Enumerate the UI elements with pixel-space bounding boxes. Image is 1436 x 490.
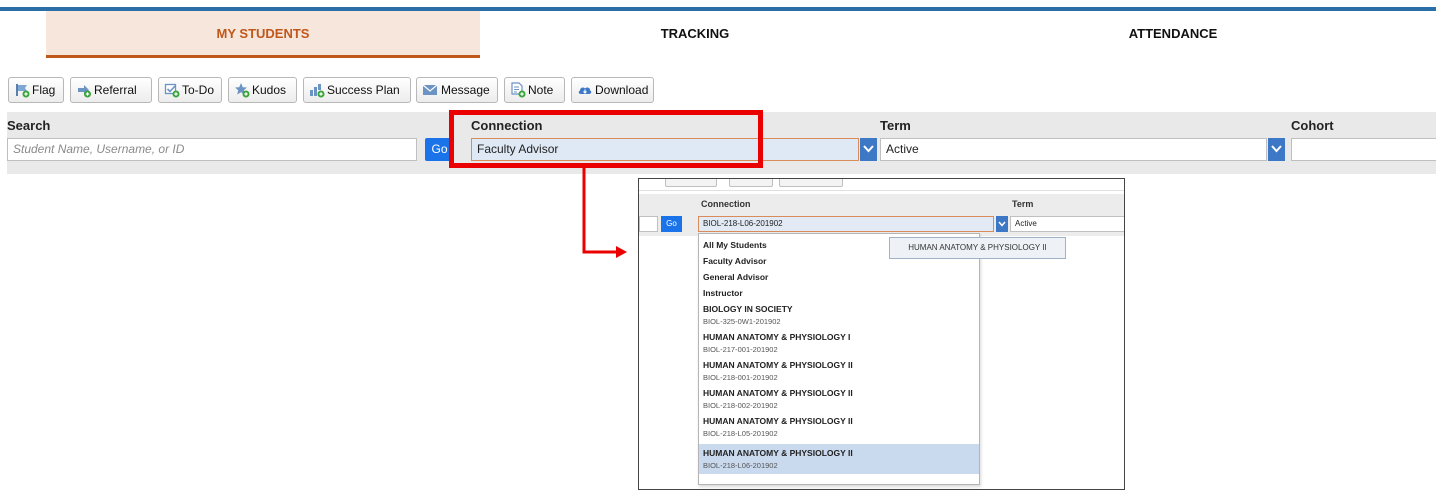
download-label: Download — [595, 83, 649, 97]
inset-toolbar-strip — [639, 179, 1124, 191]
inset-connection-select[interactable]: BIOL-218-L06-201902 — [698, 216, 994, 232]
option-course-code: BIOL-218-001-201902 — [703, 373, 778, 382]
connection-dropdown-toggle[interactable] — [860, 138, 877, 161]
inset-note-button — [729, 179, 773, 187]
note-icon — [510, 82, 526, 98]
kudos-button[interactable]: Kudos — [228, 77, 297, 103]
option-course-title: HUMAN ANATOMY & PHYSIOLOGY II — [703, 388, 853, 398]
inset-message-button — [665, 179, 717, 187]
term-value: Active — [886, 142, 919, 156]
inset-dropdown-toggle — [996, 216, 1008, 232]
cloud-download-icon — [577, 82, 593, 98]
search-placeholder: Student Name, Username, or ID — [13, 142, 185, 156]
option-course-code: BIOL-217-001-201902 — [703, 345, 778, 354]
chevron-down-icon — [863, 145, 874, 153]
kudos-label: Kudos — [252, 83, 287, 97]
search-input[interactable]: Student Name, Username, or ID — [7, 138, 417, 161]
option-course-code: BIOL-218-L05-201902 — [703, 429, 778, 438]
inset-download-button — [779, 179, 843, 187]
inset-term-select: Active — [1010, 216, 1124, 232]
option-course-title: HUMAN ANATOMY & PHYSIOLOGY I — [703, 332, 851, 342]
option-course-title: HUMAN ANATOMY & PHYSIOLOGY II — [703, 448, 853, 458]
referral-label: Referral — [94, 83, 137, 97]
inset-filter-bar: Connection Term Go BIOL-218-L06-201902 A… — [639, 194, 1124, 236]
option-course[interactable]: HUMAN ANATOMY & PHYSIOLOGY II BIOL-218-L… — [699, 414, 979, 442]
term-dropdown-toggle[interactable] — [1268, 138, 1285, 161]
download-button[interactable]: Download — [571, 77, 654, 103]
option-course[interactable]: HUMAN ANATOMY & PHYSIOLOGY II BIOL-218-0… — [699, 386, 979, 414]
todo-button[interactable]: To-Do — [158, 77, 222, 103]
option-course-title: HUMAN ANATOMY & PHYSIOLOGY II — [703, 360, 853, 370]
option-course-code: BIOL-218-L06-201902 — [703, 461, 778, 470]
note-button[interactable]: Note — [504, 77, 565, 103]
term-label: Term — [880, 118, 911, 133]
inset-go-button: Go — [661, 216, 682, 232]
referral-icon — [76, 82, 92, 98]
inset-connection-label: Connection — [701, 199, 751, 209]
tab-attendance[interactable]: ATTENDANCE — [910, 11, 1436, 58]
chevron-down-icon — [998, 221, 1006, 227]
connection-highlight-box — [449, 110, 763, 168]
option-course-title: BIOLOGY IN SOCIETY — [703, 304, 793, 314]
option-course-code: BIOL-325-0W1-201902 — [703, 317, 781, 326]
tab-my-students[interactable]: MY STUDENTS — [46, 11, 480, 58]
option-course[interactable]: HUMAN ANATOMY & PHYSIOLOGY II BIOL-218-0… — [699, 358, 979, 386]
inset-connection-value: BIOL-218-L06-201902 — [703, 219, 783, 228]
connection-dropdown-list: All My Students Faculty Advisor General … — [698, 233, 980, 485]
note-label: Note — [528, 83, 554, 97]
success-plan-icon — [309, 82, 325, 98]
inset-term-value: Active — [1015, 219, 1037, 228]
inset-term-label: Term — [1012, 199, 1034, 209]
option-instructor[interactable]: Instructor — [699, 285, 979, 301]
inset-search-input — [639, 216, 658, 232]
option-course[interactable]: BIOLOGY IN SOCIETY BIOL-325-0W1-201902 — [699, 302, 979, 330]
option-course-code: BIOL-218-002-201902 — [703, 401, 778, 410]
todo-label: To-Do — [182, 83, 215, 97]
flag-label: Flag — [32, 83, 56, 97]
message-button[interactable]: Message — [416, 77, 498, 103]
search-label: Search — [7, 118, 51, 133]
term-select[interactable]: Active — [880, 138, 1267, 161]
option-course-title: HUMAN ANATOMY & PHYSIOLOGY II — [703, 416, 853, 426]
message-label: Message — [441, 83, 490, 97]
envelope-icon — [422, 82, 438, 98]
referral-button[interactable]: Referral — [70, 77, 152, 103]
flag-icon — [14, 82, 30, 98]
tab-tracking[interactable]: TRACKING — [480, 11, 910, 58]
course-tooltip: HUMAN ANATOMY & PHYSIOLOGY II — [889, 237, 1066, 259]
success-plan-button[interactable]: Success Plan — [303, 77, 411, 103]
todo-icon — [164, 82, 180, 98]
kudos-star-icon — [234, 82, 250, 98]
cohort-label: Cohort — [1291, 118, 1334, 133]
option-course[interactable]: HUMAN ANATOMY & PHYSIOLOGY I BIOL-217-00… — [699, 330, 979, 358]
chevron-down-icon — [1271, 145, 1282, 153]
option-course-selected[interactable]: HUMAN ANATOMY & PHYSIOLOGY II BIOL-218-L… — [699, 444, 979, 474]
option-general-advisor[interactable]: General Advisor — [699, 269, 979, 285]
cohort-select[interactable] — [1291, 138, 1436, 161]
success-plan-label: Success Plan — [327, 83, 400, 97]
zoomed-dropdown-inset: Connection Term Go BIOL-218-L06-201902 A… — [638, 178, 1125, 490]
flag-button[interactable]: Flag — [8, 77, 64, 103]
annotation-arrow-icon — [582, 165, 627, 258]
